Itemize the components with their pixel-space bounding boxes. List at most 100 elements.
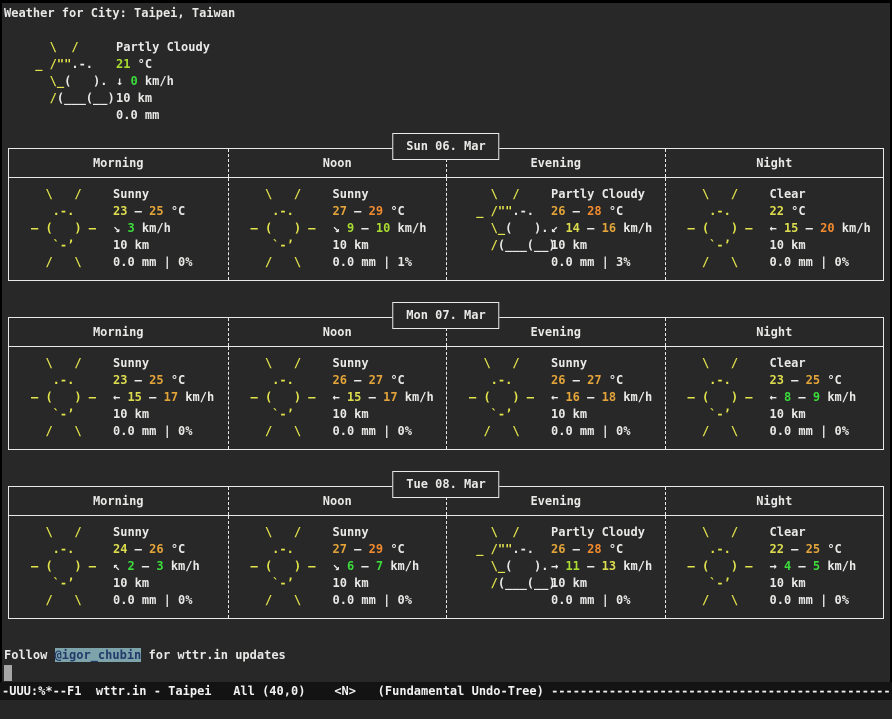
ascii-art-line: \_( ). [469,220,543,237]
forecast-body-row: \ / .-. – ( ) – `-’ / \ Sunny24 – 26 °C↖… [9,516,883,618]
weather-art: \ / _ /"".-. \_( ). /(___(__) [447,186,543,280]
forecast-cell-evening: \ / _ /"".-. \_( ). /(___(__) Partly Clou… [446,516,665,618]
weather-text-line: Partly Cloudy [551,524,652,541]
weather-text-line: → 4 – 5 km/h [770,558,857,575]
weather-text-line: Clear [770,186,871,203]
weather-text-line: 0.0 mm [116,107,210,124]
ascii-art-line: `-’ [469,406,543,423]
ascii-art-line: / \ [688,423,762,440]
current-conditions: \ / _ /"".-. \_( ). /(___(__) Partly Clo… [2,39,890,124]
weather-text-line: ↙ 14 – 16 km/h [551,220,652,237]
ascii-art-line: \ / [28,39,106,56]
weather-text-line: Clear [770,524,857,541]
ascii-art-line: – ( ) – [688,389,762,406]
ascii-art-line: /(___(__) [469,575,543,592]
weather-text-line: 10 km [116,90,210,107]
weather-text-line: 0.0 mm | 0% [770,254,871,271]
weather-text-line: Sunny [333,186,427,203]
weather-text-line: ← 8 – 9 km/h [770,389,857,406]
weather-art: \ / .-. – ( ) – `-’ / \ [9,524,105,618]
ascii-art-line: – ( ) – [31,389,105,406]
period-header-night: Night [665,487,884,515]
ascii-art-line: – ( ) – [31,558,105,575]
ascii-art-line: / \ [251,592,325,609]
period-header-night: Night [665,149,884,177]
weather-text-line: 23 – 25 °C [113,372,214,389]
ascii-art-line: / \ [251,254,325,271]
ascii-art-line: .-. [31,372,105,389]
ascii-art-line: .-. [688,372,762,389]
ascii-art-line: \ / [469,186,543,203]
weather-text-line: ↘ 6 – 7 km/h [333,558,420,575]
weather-text: Clear22 °C← 15 – 20 km/h10 km0.0 mm | 0% [770,186,871,280]
forecast-cell-morning: \ / .-. – ( ) – `-’ / \ Sunny24 – 26 °C↖… [9,516,228,618]
ascii-art-line: `-’ [31,575,105,592]
date-label: Mon 07. Mar [392,302,499,329]
weather-text-line: 26 – 28 °C [551,541,652,558]
ascii-art-line: / \ [469,423,543,440]
ascii-art-line: .-. [31,203,105,220]
weather-art: \ / .-. – ( ) – `-’ / \ [229,355,325,449]
weather-art: \ / _ /"".-. \_( ). /(___(__) [447,524,543,618]
weather-text: Sunny26 – 27 °C← 16 – 18 km/h10 km0.0 mm… [551,355,652,449]
weather-text-line: 10 km [113,575,200,592]
ascii-art-line: – ( ) – [251,220,325,237]
date-label: Sun 06. Mar [392,133,499,160]
weather-text-line: 0.0 mm | 1% [333,254,427,271]
weather-text-line: 10 km [113,406,214,423]
weather-text-line: Partly Cloudy [551,186,652,203]
ascii-art-line: .-. [688,203,762,220]
weather-text-line: ← 15 – 20 km/h [770,220,871,237]
weather-text: Clear22 – 25 °C→ 4 – 5 km/h10 km0.0 mm |… [770,524,857,618]
weather-text-line: 10 km [770,237,871,254]
ascii-art-line: – ( ) – [31,220,105,237]
weather-text-line: → 11 – 13 km/h [551,558,652,575]
weather-text-line: 0.0 mm | 3% [551,254,652,271]
twitter-handle-link[interactable]: @igor_chubin [55,648,142,662]
terminal-buffer: Weather for City: Taipei, Taiwan \ / _ /… [2,3,890,683]
ascii-art-line: `-’ [251,237,325,254]
footer-line: Follow @igor_chubin for wttr.in updates [4,647,890,664]
weather-text: Sunny23 – 25 °C↘ 3 km/h10 km0.0 mm | 0% [113,186,192,280]
weather-text-line: 24 – 26 °C [113,541,200,558]
ascii-art-line: .-. [688,541,762,558]
ascii-art-line: \ / [251,355,325,372]
weather-text: Sunny26 – 27 °C← 15 – 17 km/h10 km0.0 mm… [333,355,434,449]
weather-text-line: 0.0 mm | 0% [333,423,434,440]
forecast-table: MorningNoonEveningNight \ / .-. – ( ) – … [8,486,884,619]
ascii-art-line: / \ [31,423,105,440]
weather-text-line: Clear [770,355,857,372]
weather-text-line: ← 15 – 17 km/h [333,389,434,406]
weather-text-line: 0.0 mm | 0% [770,592,857,609]
ascii-art-line: /(___(__) [469,237,543,254]
forecast-cell-morning: \ / .-. – ( ) – `-’ / \ Sunny23 – 25 °C←… [9,347,228,449]
weather-text-line: 10 km [333,406,434,423]
weather-text-line: 10 km [551,575,652,592]
page-title: Weather for City: Taipei, Taiwan [4,5,890,22]
weather-text-line: 0.0 mm | 0% [113,423,214,440]
day-forecast-block: Mon 07. Mar MorningNoonEveningNight \ / … [8,317,884,450]
ascii-art-line: – ( ) – [251,389,325,406]
forecast-table: MorningNoonEveningNight \ / .-. – ( ) – … [8,148,884,281]
weather-text: Clear23 – 25 °C← 8 – 9 km/h10 km0.0 mm |… [770,355,857,449]
weather-text-line: 26 – 27 °C [333,372,434,389]
forecast-cell-night: \ / .-. – ( ) – `-’ / \ Clear23 – 25 °C←… [665,347,884,449]
weather-art: \ / .-. – ( ) – `-’ / \ [9,186,105,280]
weather-text: Sunny27 – 29 °C↘ 9 – 10 km/h10 km0.0 mm … [333,186,427,280]
footer-suffix: for wttr.in updates [141,648,286,662]
weather-text-line: 10 km [770,406,857,423]
weather-text-line: 23 – 25 °C [770,372,857,389]
forecast-body-row: \ / .-. – ( ) – `-’ / \ Sunny23 – 25 °C↘… [9,178,883,280]
weather-text-line: Partly Cloudy [116,39,210,56]
weather-text-line: Sunny [333,524,420,541]
ascii-art-line: – ( ) – [688,558,762,575]
ascii-art-line: .-. [251,372,325,389]
forecast-cell-evening: \ / .-. – ( ) – `-’ / \ Sunny26 – 27 °C←… [446,347,665,449]
weather-art: \ / .-. – ( ) – `-’ / \ [666,355,762,449]
date-label: Tue 08. Mar [392,471,499,498]
weather-text-line: 0.0 mm | 0% [113,254,192,271]
weather-text-line: ↘ 3 km/h [113,220,192,237]
weather-text-line: 22 °C [770,203,871,220]
weather-art: \ / .-. – ( ) – `-’ / \ [447,355,543,449]
weather-text-line: 10 km [333,237,427,254]
